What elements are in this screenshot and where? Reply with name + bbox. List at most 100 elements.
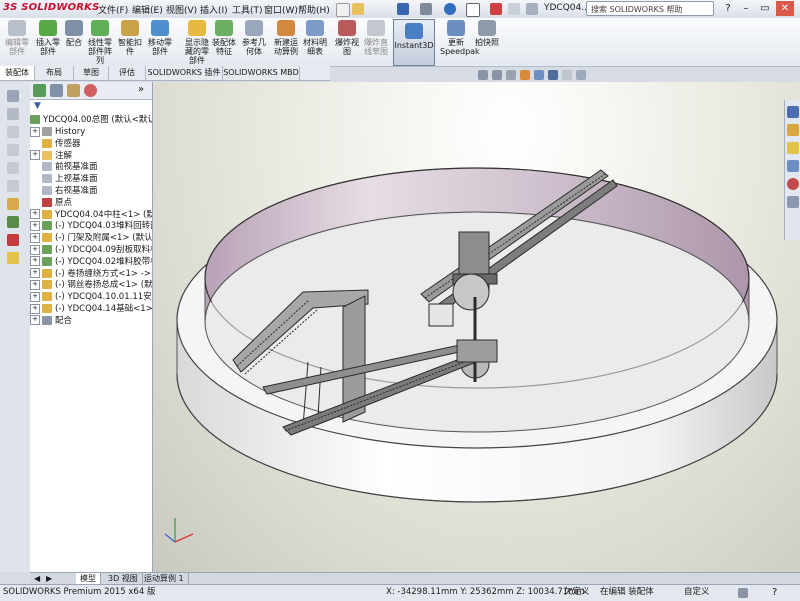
feature-tree-tab-icon[interactable] [33,84,46,97]
smart-fasteners-button[interactable]: 智能扣件 [115,20,145,64]
section-view-icon[interactable] [520,70,530,80]
mate-button[interactable]: 配合 [62,20,86,64]
menu-tools[interactable]: 工具(T) [232,3,263,16]
tree-item[interactable]: + 配合 [30,315,152,327]
tree-item[interactable]: + (-) 钢丝卷扬总成<1> (默认 [30,279,152,291]
tree-expander-icon[interactable]: + [30,126,40,137]
search-input[interactable]: 搜索 SOLIDWORKS 帮助 [586,1,714,16]
linear-pattern-button[interactable]: 线性零部件阵列 [86,20,114,65]
line-tool-icon[interactable] [7,126,19,138]
tree-expander-icon[interactable]: + [30,244,40,255]
tree-expander-icon[interactable]: + [30,279,40,290]
help-icon[interactable]: ? [719,1,737,16]
menu-help[interactable]: 帮助(H) [298,3,330,16]
filter-icon[interactable]: ▼ [34,101,41,111]
tree-expander-icon[interactable]: + [30,291,40,302]
menu-edit[interactable]: 编辑(E) [132,3,163,16]
reference-icon[interactable] [7,216,19,228]
tree-item[interactable]: + (-) YDCQ04.02堆料胶带机 [30,256,152,268]
tree-item[interactable]: 上视基准面 [30,173,152,185]
tree-expander-icon[interactable]: + [30,150,40,161]
tab-3d-view[interactable]: 3D 视图 [104,573,143,584]
tab-layout[interactable]: 布局 [35,66,74,80]
instant3d-button[interactable]: Instant3D [393,19,435,66]
scroll-right-icon[interactable]: ▶ [46,574,52,583]
tree-item[interactable]: + 注解 [30,150,152,162]
circle-tool-icon[interactable] [7,162,19,174]
show-hidden-button[interactable]: 显示隐藏的零部件 [182,20,212,65]
rebuild-indicator-icon[interactable] [738,588,748,598]
edit-component-button[interactable]: 编辑零部件 [2,20,32,64]
tree-item[interactable]: 右视基准面 [30,185,152,197]
tab-mbd[interactable]: SOLIDWORKS MBD [223,66,300,80]
tree-item[interactable]: 原点 [30,197,152,209]
bom-button[interactable]: 材料明细表 [301,20,329,64]
design-library-icon[interactable] [787,124,799,136]
tab-addins[interactable]: SOLIDWORKS 插件 [146,66,223,80]
menu-file[interactable]: 文件(F) [98,3,128,16]
view-orientation-icon[interactable] [534,70,544,80]
tree-expander-icon[interactable]: + [30,209,40,220]
minimize-button[interactable]: – [737,1,755,16]
display-style-icon[interactable] [548,70,558,80]
open-folder-icon[interactable] [352,3,364,15]
graphics-area[interactable] [153,82,800,572]
resources-icon[interactable] [787,106,799,118]
file-properties-icon[interactable] [508,3,520,15]
tree-item[interactable]: 传感器 [30,138,152,150]
zoom-to-fit-icon[interactable] [478,70,488,80]
tab-evaluate[interactable]: 评估 [109,66,146,80]
custom-properties-icon[interactable] [787,196,799,208]
tree-root[interactable]: YDCQ04.00总图 (默认<默认_ [30,114,152,126]
menu-insert[interactable]: 插入(I) [200,3,228,16]
tree-item[interactable]: + History [30,126,152,138]
tree-item[interactable]: + (-) 卷扬缠绕方式<1> -> ( [30,268,152,280]
options-gear-icon[interactable] [526,3,538,15]
tree-expander-icon[interactable]: + [30,256,40,267]
explode-line-sketch-button[interactable]: 爆炸直线草图 [362,20,390,64]
appearances-icon[interactable] [787,178,799,190]
arc-tool-icon[interactable] [7,180,19,192]
restore-button[interactable]: ▭ [756,1,774,16]
new-document-icon[interactable] [336,3,350,17]
move-component-button[interactable]: 移动零部件 [146,20,174,64]
zoom-area-icon[interactable] [492,70,502,80]
appearance-icon[interactable] [7,252,19,264]
tree-expander-icon[interactable]: + [30,315,40,326]
insert-component-button[interactable]: 插入零部件 [34,20,62,64]
exploded-view-button[interactable]: 爆炸视图 [334,20,360,64]
display-manager-tab-icon[interactable] [84,84,97,97]
mass-properties-icon[interactable] [7,234,19,246]
tree-item[interactable]: 前视基准面 [30,161,152,173]
tree-item[interactable]: + (-) YDCQ04.10.01.11安幅 [30,291,152,303]
reference-geometry-button[interactable]: 参考几何体 [240,20,268,64]
tree-item[interactable]: + (-) YDCQ04.09刮板取料机 [30,244,152,256]
tab-sketch[interactable]: 草图 [74,66,109,80]
undo-icon[interactable] [444,3,456,15]
file-explorer-icon[interactable] [787,142,799,154]
configuration-manager-tab-icon[interactable] [67,84,80,97]
tab-motion-study[interactable]: 运动算例 1 [140,573,189,584]
tree-item[interactable]: + YDCQ04.04中柱<1> (默认 [30,209,152,221]
tree-expander-icon[interactable]: + [30,232,40,243]
assembly-features-button[interactable]: 装配体特征 [210,20,238,64]
solidworks-logo[interactable]: 3S SOLIDWORKS [3,2,100,13]
smart-dimension-icon[interactable] [7,108,19,120]
scroll-left-icon[interactable]: ◀ [34,574,40,583]
rectangle-tool-icon[interactable] [7,144,19,156]
help-status-icon[interactable]: ? [772,585,777,600]
tree-expander-icon[interactable]: + [30,303,40,314]
hide-show-items-icon[interactable] [562,70,572,80]
expand-panel-icon[interactable]: » [138,84,144,95]
measure-icon[interactable] [7,198,19,210]
tree-item[interactable]: + (-) YDCQ04.14基础<1> ( [30,303,152,315]
print-icon[interactable] [420,3,432,15]
take-snapshot-button[interactable]: 拍快照 [474,20,500,64]
update-speedpak-button[interactable]: 更新Speedpak [440,20,480,64]
menu-view[interactable]: 视图(V) [166,3,197,16]
tree-item[interactable]: + (-) YDCQ04.03堆料回转部 [30,220,152,232]
close-button[interactable]: ✕ [776,1,794,16]
tab-assembly[interactable]: 装配体 [0,66,35,80]
property-manager-tab-icon[interactable] [50,84,63,97]
previous-view-icon[interactable] [506,70,516,80]
